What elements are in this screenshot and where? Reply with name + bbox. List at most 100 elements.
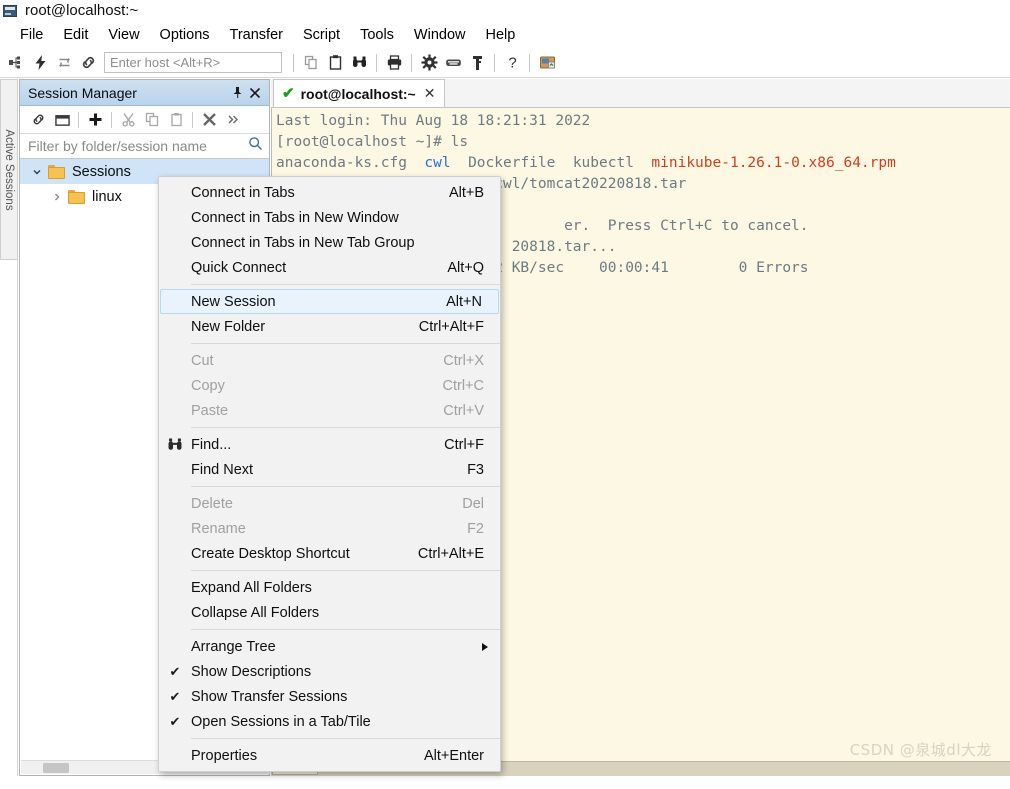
file-transfer-icon[interactable] xyxy=(535,51,559,75)
menu-item-label: Connect in Tabs in New Window xyxy=(191,209,399,226)
close-icon[interactable]: ✕ xyxy=(422,85,438,102)
paste-icon[interactable] xyxy=(323,51,347,75)
menu-item-accelerator: Ctrl+Alt+E xyxy=(417,545,484,562)
delete-icon[interactable] xyxy=(197,109,221,131)
menu-item-properties[interactable]: Properties Alt+Enter xyxy=(159,743,500,768)
check-icon: ✔ xyxy=(169,664,181,679)
menu-item-new-session[interactable]: New Session Alt+N xyxy=(160,289,499,314)
chevron-down-icon[interactable] xyxy=(26,167,48,177)
menu-item-connect-in-tabs[interactable]: Connect in Tabs Alt+B xyxy=(159,180,500,205)
menu-separator xyxy=(160,629,500,630)
menu-separator xyxy=(160,343,500,344)
menu-item-label: Connect in Tabs xyxy=(191,184,295,201)
menu-item-accelerator: Ctrl+C xyxy=(442,377,485,394)
left-dock-filler xyxy=(0,260,18,776)
pin-icon[interactable] xyxy=(228,84,246,102)
binoculars-icon xyxy=(159,437,191,452)
help-icon[interactable]: ? xyxy=(500,51,524,75)
tree-item-label: Sessions xyxy=(72,163,131,180)
find-icon[interactable] xyxy=(347,51,371,75)
connect-sftp-icon[interactable] xyxy=(76,51,100,75)
menu-file[interactable]: File xyxy=(10,24,53,46)
menu-item-label: Open Sessions in a Tab/Tile xyxy=(191,713,371,730)
new-folder-window-icon[interactable] xyxy=(50,109,74,131)
connect-session-icon[interactable] xyxy=(26,109,50,131)
active-sessions-strip[interactable]: Active Sessions xyxy=(0,79,18,260)
menu-item-expand-all-folders[interactable]: Expand All Folders xyxy=(159,575,500,600)
menu-item-find[interactable]: Find... Ctrl+F xyxy=(159,432,500,457)
menu-item-label: Find Next xyxy=(191,461,254,478)
menu-item-label: New Session xyxy=(191,293,276,310)
menu-item-quick-connect[interactable]: Quick Connect Alt+Q xyxy=(159,255,500,280)
menu-separator xyxy=(160,427,500,428)
quick-connect-icon[interactable] xyxy=(28,51,52,75)
menu-transfer[interactable]: Transfer xyxy=(220,24,293,46)
terminal-line: [root@localhost ~]# ls xyxy=(276,132,1010,153)
menu-item-paste: Paste Ctrl+V xyxy=(159,398,500,423)
cut-icon[interactable] xyxy=(116,109,140,131)
session-filter-input[interactable]: Filter by folder/session name xyxy=(20,134,269,159)
submenu-arrow-icon xyxy=(482,642,488,651)
menu-item-connect-in-tabs-in-new-tab-group[interactable]: Connect in Tabs in New Tab Group xyxy=(159,230,500,255)
menu-item-label: Show Descriptions xyxy=(191,663,312,680)
keyboard-icon[interactable] xyxy=(441,51,465,75)
close-icon[interactable] xyxy=(246,84,264,102)
menu-item-new-folder[interactable]: New Folder Ctrl+Alt+F xyxy=(159,314,500,339)
menu-script[interactable]: Script xyxy=(293,24,350,46)
folder-icon xyxy=(48,164,65,179)
copy-icon[interactable] xyxy=(140,109,164,131)
menu-item-label: Paste xyxy=(191,402,229,419)
reconnect-icon[interactable] xyxy=(52,51,76,75)
menu-item-label: Rename xyxy=(191,520,246,537)
toolbar-separator xyxy=(494,53,495,72)
folder-icon xyxy=(68,189,85,204)
key-icon[interactable] xyxy=(465,51,489,75)
menu-item-show-descriptions[interactable]: ✔ Show Descriptions xyxy=(159,659,500,684)
menu-item-accelerator: Alt+Q xyxy=(447,259,484,276)
more-icon[interactable] xyxy=(221,109,245,131)
menu-item-accelerator: Alt+B xyxy=(448,184,484,201)
search-icon[interactable] xyxy=(248,136,263,156)
new-session-icon[interactable] xyxy=(83,109,107,131)
menu-separator xyxy=(160,486,500,487)
print-icon[interactable] xyxy=(382,51,406,75)
menu-item-accelerator: F2 xyxy=(467,520,484,537)
session-manager-title: Session Manager xyxy=(28,84,137,101)
menu-item-connect-in-tabs-in-new-window[interactable]: Connect in Tabs in New Window xyxy=(159,205,500,230)
terminal-text: anaconda-ks.cfg xyxy=(276,155,425,171)
menu-item-label: Show Transfer Sessions xyxy=(191,688,348,705)
host-input[interactable]: Enter host <Alt+R> xyxy=(104,52,282,73)
menu-item-label: Find... xyxy=(191,436,232,453)
connected-check-icon: ✔ xyxy=(282,85,295,102)
settings-icon[interactable] xyxy=(417,51,441,75)
host-input-placeholder: Enter host <Alt+R> xyxy=(110,55,221,70)
scrollbar-thumb[interactable] xyxy=(43,763,69,773)
menu-item-show-transfer-sessions[interactable]: ✔ Show Transfer Sessions xyxy=(159,684,500,709)
menu-item-copy: Copy Ctrl+C xyxy=(159,373,500,398)
menu-item-arrange-tree[interactable]: Arrange Tree xyxy=(159,634,500,659)
menu-item-accelerator: Ctrl+V xyxy=(443,402,484,419)
menu-window[interactable]: Window xyxy=(404,24,476,46)
chevron-right-icon[interactable] xyxy=(46,192,68,202)
copy-icon[interactable] xyxy=(299,51,323,75)
menu-item-open-sessions-in-a-tab-tile[interactable]: ✔ Open Sessions in a Tab/Tile xyxy=(159,709,500,734)
menu-item-create-desktop-shortcut[interactable]: Create Desktop Shortcut Ctrl+Alt+E xyxy=(159,541,500,566)
menu-separator xyxy=(160,284,500,285)
menu-item-accelerator: Alt+N xyxy=(446,293,482,310)
menu-item-collapse-all-folders[interactable]: Collapse All Folders xyxy=(159,600,500,625)
active-sessions-label: Active Sessions xyxy=(3,128,15,211)
terminal-tab[interactable]: ✔ root@localhost:~ ✕ xyxy=(273,79,446,107)
toolbar-separator xyxy=(376,53,377,72)
menu-view[interactable]: View xyxy=(98,24,149,46)
connect-icon[interactable] xyxy=(4,51,28,75)
menu-item-label: New Folder xyxy=(191,318,266,335)
menu-help[interactable]: Help xyxy=(476,24,526,46)
title-bar: root@localhost:~ xyxy=(0,0,1010,22)
menu-tools[interactable]: Tools xyxy=(350,24,404,46)
menu-edit[interactable]: Edit xyxy=(53,24,98,46)
menu-item-label: Connect in Tabs in New Tab Group xyxy=(191,234,415,251)
toolbar-separator xyxy=(293,53,294,72)
menu-item-find-next[interactable]: Find Next F3 xyxy=(159,457,500,482)
paste-icon[interactable] xyxy=(164,109,188,131)
menu-options[interactable]: Options xyxy=(150,24,220,46)
